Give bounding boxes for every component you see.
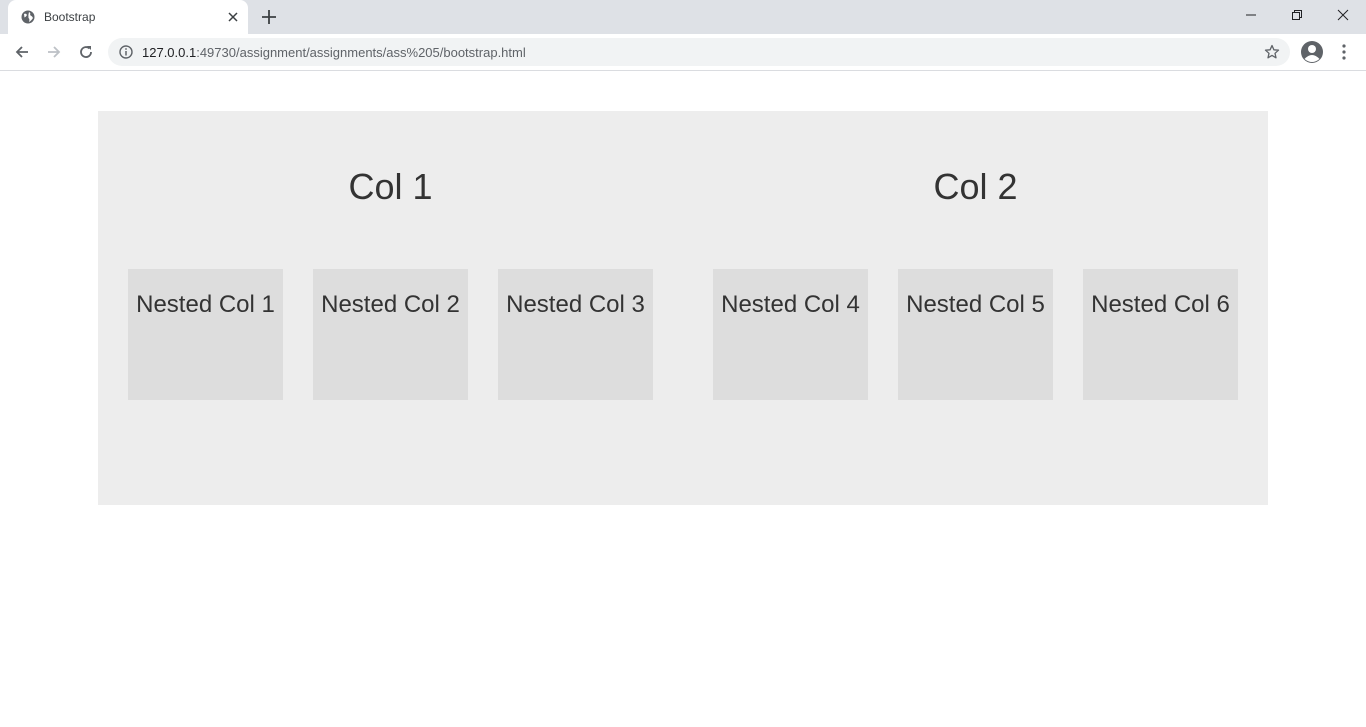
page-content: Col 1 Nested Col 1 Nested Col 2 Nested C…	[0, 72, 1366, 727]
restore-icon	[1292, 10, 1302, 20]
forward-arrow-icon	[48, 46, 61, 58]
nested-column-label: Nested Col 5	[906, 291, 1045, 318]
close-window-button[interactable]	[1320, 0, 1366, 30]
nested-column-label: Nested Col 4	[721, 291, 860, 318]
forward-button[interactable]	[42, 40, 66, 64]
column-heading: Col 1	[348, 166, 433, 207]
nested-column-label: Nested Col 6	[1091, 291, 1230, 318]
column-1: Col 1 Nested Col 1 Nested Col 2 Nested C…	[98, 111, 683, 505]
browser-toolbar: 127.0.0.1:49730/assignment/assignments/a…	[0, 34, 1366, 71]
address-bar[interactable]: 127.0.0.1:49730/assignment/assignments/a…	[108, 38, 1290, 66]
star-icon[interactable]	[1264, 44, 1280, 60]
column-heading: Col 2	[933, 166, 1018, 207]
nested-column-label: Nested Col 1	[136, 291, 275, 318]
nested-column: Nested Col 2	[313, 269, 468, 400]
reload-button[interactable]	[74, 40, 98, 64]
reload-icon	[80, 46, 92, 58]
profile-icon[interactable]	[1300, 40, 1324, 64]
column-2: Col 2 Nested Col 4 Nested Col 5 Nested C…	[683, 111, 1268, 505]
nested-column: Nested Col 3	[498, 269, 653, 400]
nested-column: Nested Col 4	[713, 269, 868, 400]
tab-title: Bootstrap	[44, 10, 96, 24]
tab-bootstrap[interactable]: Bootstrap	[8, 0, 248, 34]
url-host: 127.0.0.1	[142, 45, 197, 60]
minimize-icon	[1246, 14, 1256, 16]
url-path: :49730/assignment/assignments/ass%205/bo…	[196, 45, 526, 60]
nested-column-label: Nested Col 3	[506, 291, 645, 318]
close-icon[interactable]	[226, 10, 240, 24]
nested-column: Nested Col 6	[1083, 269, 1238, 400]
url-text[interactable]: 127.0.0.1:49730/assignment/assignments/a…	[142, 45, 526, 60]
restore-button[interactable]	[1274, 0, 1320, 30]
back-button[interactable]	[10, 40, 34, 64]
nested-column: Nested Col 1	[128, 269, 283, 400]
info-icon[interactable]	[119, 45, 133, 59]
minimize-button[interactable]	[1228, 0, 1274, 30]
back-arrow-icon	[15, 46, 28, 58]
kebab-menu-icon[interactable]	[1336, 42, 1352, 62]
nested-column: Nested Col 5	[898, 269, 1053, 400]
globe-icon	[21, 10, 35, 24]
plus-icon[interactable]	[260, 8, 278, 26]
tab-strip: Bootstrap	[0, 0, 1366, 34]
nested-column-label: Nested Col 2	[321, 291, 460, 318]
close-icon	[1337, 9, 1349, 21]
